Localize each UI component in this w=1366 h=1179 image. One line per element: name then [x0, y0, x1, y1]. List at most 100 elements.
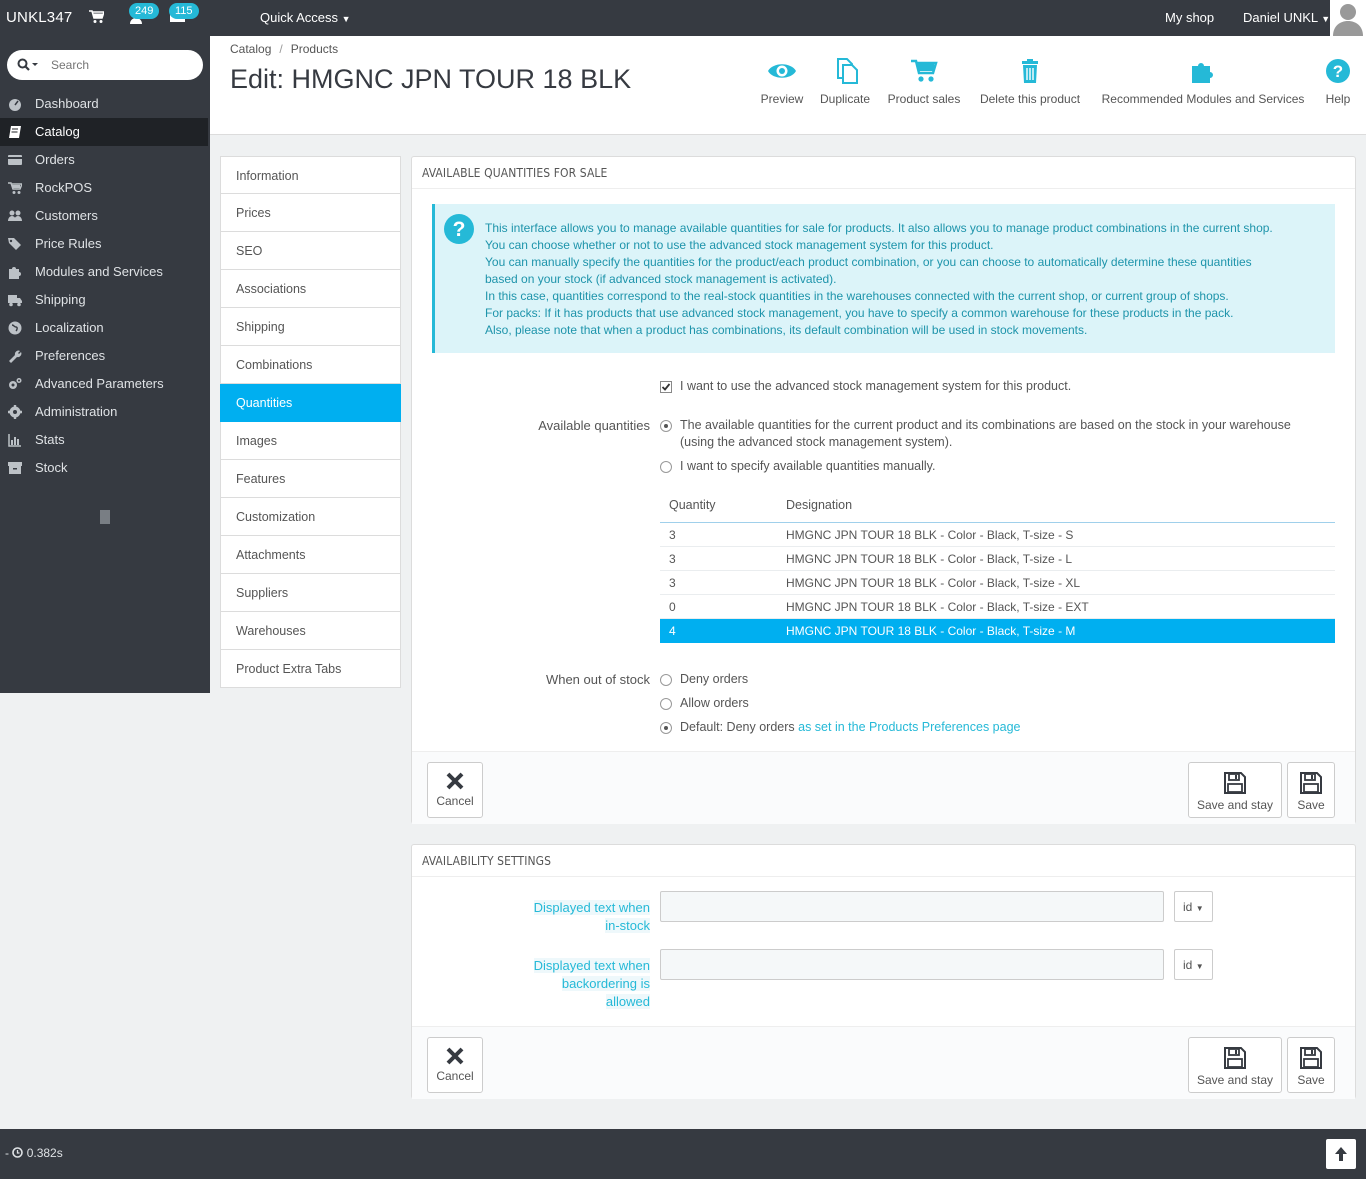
save-button[interactable]: Save	[1287, 1037, 1335, 1093]
tab-features[interactable]: Features	[220, 460, 401, 498]
avatar[interactable]	[1330, 0, 1366, 36]
search-icon[interactable]	[17, 58, 41, 75]
sidebar-item-label: Localization	[35, 320, 104, 335]
save-label: Save	[1297, 798, 1325, 812]
sidebar-collapse-icon[interactable]	[100, 510, 110, 524]
sidebar-item-catalog[interactable]: Catalog	[0, 118, 208, 146]
tab-customization[interactable]: Customization	[220, 498, 401, 536]
default-orders-option: Default: Deny orders as set in the Produ…	[680, 719, 1020, 736]
puzzle-icon	[1192, 63, 1213, 83]
table-row[interactable]: 3 HMGNC JPN TOUR 18 BLK - Color - Black,…	[660, 571, 1335, 595]
delete-product-button[interactable]: Delete this product	[976, 58, 1084, 106]
sidebar-item-price-rules[interactable]: Price Rules	[0, 230, 208, 258]
sidebar: Dashboard Catalog Orders RockPOS Custome…	[0, 36, 210, 693]
duplicate-button[interactable]: Duplicate	[817, 58, 873, 106]
table-row-selected[interactable]: 4 HMGNC JPN TOUR 18 BLK - Color - Black,…	[660, 619, 1335, 643]
deny-orders-radio[interactable]	[660, 674, 672, 686]
recommended-modules-button[interactable]: Recommended Modules and Services	[1098, 58, 1308, 106]
cart-icon	[8, 182, 22, 194]
sidebar-item-customers[interactable]: Customers	[0, 202, 208, 230]
cogs-icon	[9, 378, 22, 389]
delete-product-label: Delete this product	[979, 92, 1081, 106]
tab-information[interactable]: Information	[220, 156, 401, 194]
tab-warehouses[interactable]: Warehouses	[220, 612, 401, 650]
info-line: Also, please note that when a product ha…	[485, 323, 1088, 337]
sidebar-item-label: Price Rules	[35, 236, 102, 251]
load-time-prefix: -	[5, 1146, 13, 1160]
save-icon	[1224, 772, 1246, 794]
default-orders-radio[interactable]	[660, 722, 672, 734]
save-and-stay-button[interactable]: Save and stay	[1188, 1037, 1282, 1093]
table-row[interactable]: 3 HMGNC JPN TOUR 18 BLK - Color - Black,…	[660, 547, 1335, 571]
sidebar-item-stock[interactable]: Stock	[0, 454, 208, 482]
tab-seo[interactable]: SEO	[220, 232, 401, 270]
cart-icon[interactable]	[89, 10, 106, 26]
cancel-button[interactable]: Cancel	[427, 1037, 483, 1093]
info-line: In this case, quantities correspond to t…	[485, 289, 1229, 303]
allow-orders-radio[interactable]	[660, 698, 672, 710]
backorder-label-line1: Displayed text when	[533, 958, 650, 973]
sidebar-item-administration[interactable]: Administration	[0, 398, 208, 426]
backorder-label-line3: allowed	[605, 994, 650, 1009]
cancel-button[interactable]: Cancel	[427, 762, 483, 818]
row-designation: HMGNC JPN TOUR 18 BLK - Color - Black, T…	[786, 600, 1089, 614]
sidebar-item-stats[interactable]: Stats	[0, 426, 208, 454]
sidebar-item-label: Administration	[35, 404, 118, 419]
help-label: Help	[1325, 92, 1351, 106]
product-sales-button[interactable]: Product sales	[886, 58, 962, 106]
tab-combinations[interactable]: Combinations	[220, 346, 401, 384]
sidebar-item-orders[interactable]: Orders	[0, 146, 208, 174]
tab-product-extra-tabs[interactable]: Product Extra Tabs	[220, 650, 401, 688]
tab-prices[interactable]: Prices	[220, 194, 401, 232]
sidebar-item-dashboard[interactable]: Dashboard	[0, 90, 208, 118]
tab-shipping[interactable]: Shipping	[220, 308, 401, 346]
user-name: Daniel UNKL	[1243, 10, 1318, 25]
sidebar-item-label: Catalog	[35, 124, 80, 139]
save-icon	[1300, 1047, 1322, 1069]
tab-attachments[interactable]: Attachments	[220, 536, 401, 574]
asm-checkbox[interactable]	[660, 381, 672, 393]
backorder-text-input[interactable]	[660, 949, 1164, 980]
user-menu[interactable]: Daniel UNKL ▼	[1243, 10, 1330, 25]
search-input[interactable]	[51, 56, 191, 74]
column-header-quantity: Quantity	[669, 498, 716, 512]
in-stock-text-input[interactable]	[660, 891, 1164, 922]
sidebar-item-modules[interactable]: Modules and Services	[0, 258, 208, 286]
backorder-language-dropdown[interactable]: id ▼	[1174, 949, 1213, 980]
breadcrumb-catalog[interactable]: Catalog	[230, 42, 271, 56]
sidebar-item-preferences[interactable]: Preferences	[0, 342, 208, 370]
sidebar-item-localization[interactable]: Localization	[0, 314, 208, 342]
table-header: Quantity Designation	[660, 490, 1335, 523]
sidebar-item-label: Stock	[35, 460, 68, 475]
asm-quantities-radio[interactable]	[660, 420, 672, 432]
in-stock-text-label: Displayed text when in-stock	[512, 899, 650, 935]
sidebar-item-rockpos[interactable]: RockPOS	[0, 174, 208, 202]
save-and-stay-button[interactable]: Save and stay	[1188, 762, 1282, 818]
quick-access-menu[interactable]: Quick Access ▼	[260, 10, 351, 25]
tab-suppliers[interactable]: Suppliers	[220, 574, 401, 612]
tab-associations[interactable]: Associations	[220, 270, 401, 308]
scroll-to-top-button[interactable]	[1326, 1139, 1356, 1169]
manual-quantities-radio[interactable]	[660, 461, 672, 473]
deny-orders-option: Deny orders	[680, 672, 749, 686]
table-row[interactable]: 3 HMGNC JPN TOUR 18 BLK - Color - Black,…	[660, 523, 1335, 547]
tab-quantities[interactable]: Quantities	[220, 384, 401, 422]
shop-brand[interactable]: UNKL347	[6, 9, 72, 26]
save-button[interactable]: Save	[1287, 762, 1335, 818]
help-button[interactable]: ? Help	[1320, 58, 1356, 106]
table-row[interactable]: 0 HMGNC JPN TOUR 18 BLK - Color - Black,…	[660, 595, 1335, 619]
sidebar-item-label: Stats	[35, 432, 65, 447]
out-of-stock-label: When out of stock	[545, 672, 650, 687]
breadcrumb-products[interactable]: Products	[291, 42, 338, 56]
truck-icon	[8, 295, 22, 307]
my-shop-link[interactable]: My shop	[1165, 10, 1214, 25]
tab-images[interactable]: Images	[220, 422, 401, 460]
sidebar-item-advanced-parameters[interactable]: Advanced Parameters	[0, 370, 208, 398]
search-box	[7, 50, 203, 80]
preview-button[interactable]: Preview	[760, 58, 804, 106]
products-preferences-link[interactable]: as set in the Products Preferences page	[798, 720, 1020, 734]
help-icon: ?	[1326, 59, 1350, 83]
in-stock-language-dropdown[interactable]: id ▼	[1174, 891, 1213, 922]
sidebar-item-shipping[interactable]: Shipping	[0, 286, 208, 314]
check-icon	[661, 383, 671, 391]
